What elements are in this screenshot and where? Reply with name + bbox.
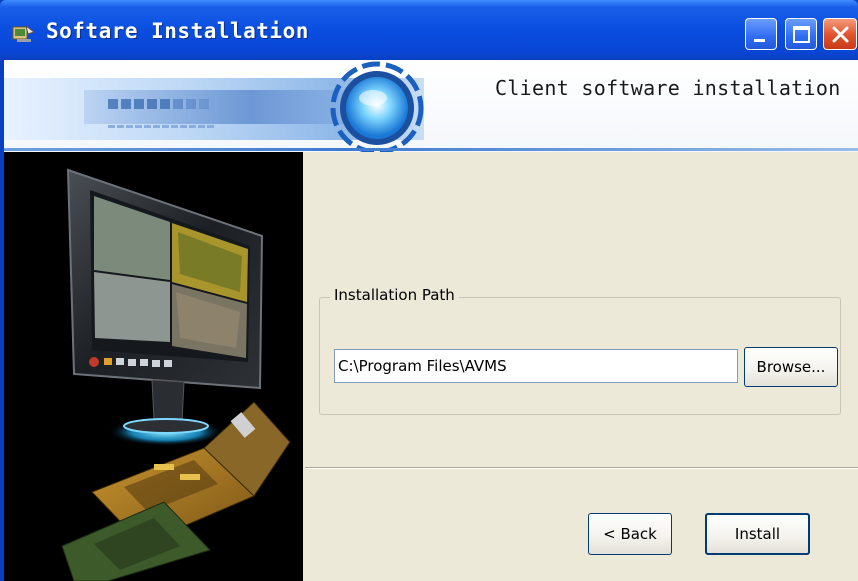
window-title: Softare Installation — [46, 19, 309, 43]
maximize-button[interactable] — [785, 18, 817, 50]
title-bar[interactable]: Softare Installation — [0, 0, 858, 60]
maximize-icon — [793, 26, 810, 43]
product-illustration — [4, 152, 303, 581]
header-banner: Client software installation — [4, 60, 858, 152]
browse-button[interactable]: Browse... — [744, 347, 838, 387]
banner-heading: Client software installation — [495, 76, 841, 100]
banner-underline — [4, 148, 858, 151]
minimize-icon — [754, 39, 765, 42]
dialog-content: Client software installation Installatio… — [4, 60, 858, 581]
back-button[interactable]: < Back — [588, 513, 672, 555]
install-button[interactable]: Install — [705, 513, 810, 555]
close-button[interactable] — [823, 18, 857, 50]
close-icon — [832, 26, 849, 43]
monitor-and-cards-image — [61, 168, 291, 581]
installer-app-icon — [12, 24, 36, 44]
installation-path-input[interactable] — [334, 349, 738, 383]
installation-path-group: Installation Path Browse... — [319, 286, 841, 415]
footer-divider — [305, 467, 858, 469]
installation-path-label: Installation Path — [330, 286, 459, 304]
globe-orb-icon — [330, 61, 424, 152]
banner-cells-graphic — [108, 94, 216, 132]
minimize-button[interactable] — [745, 18, 777, 50]
